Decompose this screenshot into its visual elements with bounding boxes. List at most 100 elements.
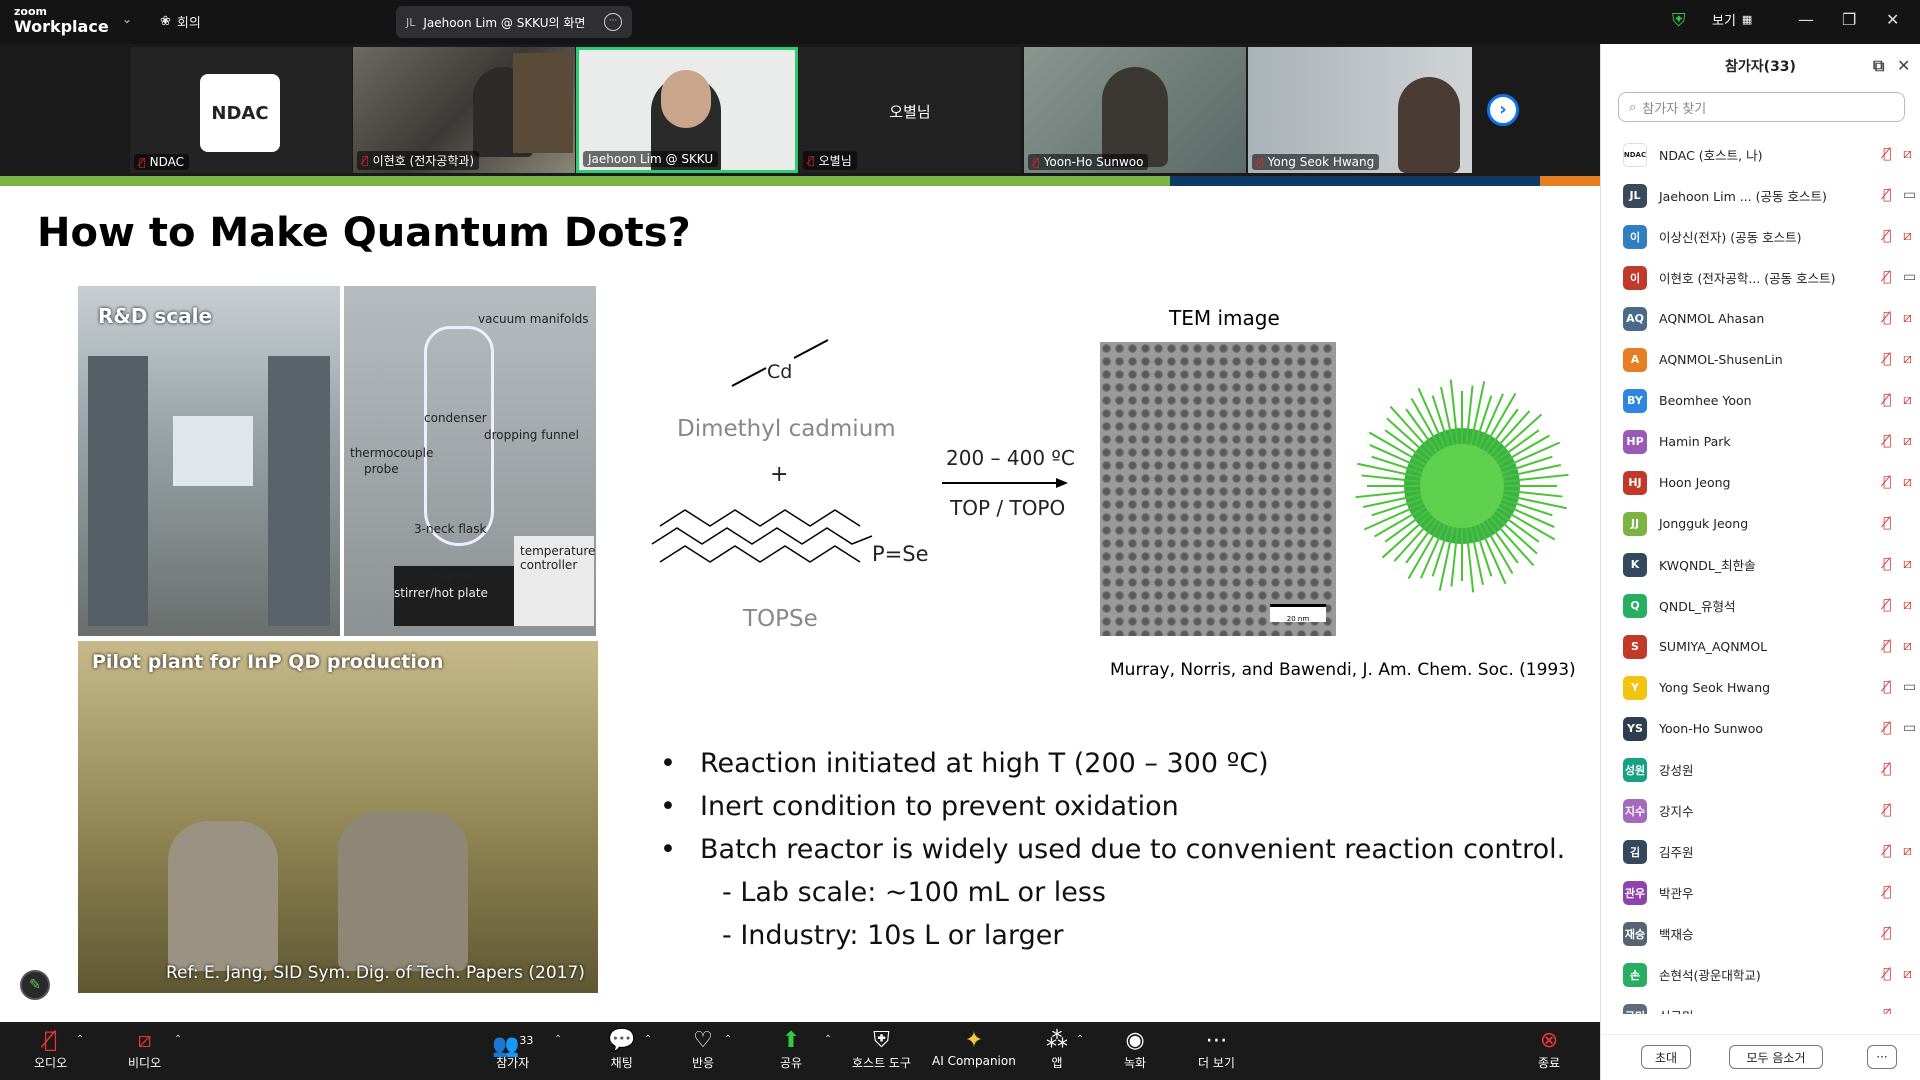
video-tile-active[interactable]: Jaehoon Lim @ SKKU xyxy=(576,47,798,173)
video-on-icon[interactable]: ▭ xyxy=(1903,679,1916,695)
meeting-menu[interactable]: ❀ 회의 xyxy=(160,12,201,31)
participant-row[interactable]: Q QNDL_유형석 🎙̸ ⧄ xyxy=(1601,585,1920,626)
video-on-icon[interactable]: ▭ xyxy=(1903,269,1916,285)
participant-row[interactable]: 규민 심규민 🎙̸ xyxy=(1601,995,1920,1014)
mic-off-icon[interactable]: 🎙̸ xyxy=(1883,843,1891,859)
next-page-icon[interactable]: › xyxy=(1487,94,1519,126)
apps-button[interactable]: ⁂ 앱 xyxy=(1046,1028,1068,1071)
zoom-logo[interactable]: zoom Workplace xyxy=(14,6,109,35)
video-off-icon[interactable]: ⧄ xyxy=(1903,228,1912,244)
chevron-up-icon[interactable]: ⌃ xyxy=(644,1034,652,1045)
participant-row[interactable]: JL Jaehoon Lim ... (공동 호스트) 🎙̸ ▭ xyxy=(1601,175,1920,216)
shield-icon[interactable]: ⛨ xyxy=(1672,10,1686,31)
video-tile[interactable]: 🎙̸ Yong Seok Hwang xyxy=(1248,47,1472,173)
mic-off-icon[interactable]: 🎙̸ xyxy=(1883,269,1891,285)
participant-row[interactable]: 김 김주원 🎙̸ ⧄ xyxy=(1601,831,1920,872)
mic-off-icon[interactable]: 🎙̸ xyxy=(1883,228,1891,244)
participant-row[interactable]: K KWQNDL_최한솔 🎙̸ ⧄ xyxy=(1601,544,1920,585)
chevron-up-icon[interactable]: ⌃ xyxy=(1076,1034,1084,1045)
mic-off-icon[interactable]: 🎙̸ xyxy=(1883,146,1891,162)
participant-row[interactable]: 손 손현석(광운대학교) 🎙̸ ⧄ xyxy=(1601,954,1920,995)
audio-button[interactable]: 🎙̸ 오디오 xyxy=(34,1028,67,1071)
end-button[interactable]: ⊗ 종료 xyxy=(1538,1028,1560,1071)
mic-off-icon[interactable]: 🎙̸ xyxy=(1883,351,1891,367)
chevron-up-icon[interactable]: ⌃ xyxy=(174,1034,182,1045)
video-tile[interactable]: NDAC 🎙̸ NDAC xyxy=(130,47,352,173)
video-off-icon[interactable]: ⧄ xyxy=(1903,146,1912,162)
mic-off-icon[interactable]: 🎙̸ xyxy=(1883,433,1891,449)
mic-off-icon[interactable]: 🎙̸ xyxy=(1883,679,1891,695)
chevron-up-icon[interactable]: ⌃ xyxy=(554,1034,562,1045)
video-off-icon[interactable]: ⧄ xyxy=(1903,966,1912,982)
mic-off-icon[interactable]: 🎙̸ xyxy=(1883,310,1891,326)
more-icon[interactable]: ··· xyxy=(604,13,622,31)
invite-button[interactable]: 초대 xyxy=(1641,1045,1691,1069)
mic-off-icon[interactable]: 🎙̸ xyxy=(1883,638,1891,654)
participant-row[interactable]: 이 이현호 (전자공학... (공동 호스트) 🎙̸ ▭ xyxy=(1601,257,1920,298)
mic-off-icon[interactable]: 🎙̸ xyxy=(1883,392,1891,408)
close-icon[interactable]: ✕ xyxy=(1897,56,1910,75)
chevron-up-icon[interactable]: ⌃ xyxy=(724,1034,732,1045)
mic-off-icon[interactable]: 🎙̸ xyxy=(1883,187,1891,203)
close-icon[interactable]: ✕ xyxy=(1886,10,1899,29)
participant-row[interactable]: Y Yong Seok Hwang 🎙̸ ▭ xyxy=(1601,667,1920,708)
mic-off-icon[interactable]: 🎙̸ xyxy=(1883,597,1891,613)
participant-row[interactable]: AQ AQNMOL Ahasan 🎙̸ ⧄ xyxy=(1601,298,1920,339)
host-tools-button[interactable]: ⛨ 호스트 도구 xyxy=(852,1028,911,1071)
chevron-down-icon[interactable]: ⌄ xyxy=(122,12,132,26)
mic-off-icon[interactable]: 🎙̸ xyxy=(1883,925,1891,941)
video-tile[interactable]: 오별님 🎙̸ 오별님 xyxy=(799,47,1021,173)
video-off-icon[interactable]: ⧄ xyxy=(1903,556,1912,572)
share-button[interactable]: ⬆ 공유 xyxy=(780,1028,802,1071)
video-off-icon[interactable]: ⧄ xyxy=(1903,392,1912,408)
participant-row[interactable]: S SUMIYA_AQNMOL 🎙̸ ⧄ xyxy=(1601,626,1920,667)
participants-button[interactable]: 👥33 참가자 xyxy=(492,1028,533,1071)
annotate-pencil-icon[interactable]: ✎ xyxy=(20,970,50,1000)
chat-button[interactable]: 💬 채팅 xyxy=(608,1028,635,1071)
participant-row[interactable]: BY Beomhee Yoon 🎙̸ ⧄ xyxy=(1601,380,1920,421)
participant-row[interactable]: A AQNMOL-ShusenLin 🎙̸ ⧄ xyxy=(1601,339,1920,380)
participant-row[interactable]: NDAC NDAC (호스트, 나) 🎙̸ ⧄ xyxy=(1601,134,1920,175)
mic-off-icon[interactable]: 🎙̸ xyxy=(1883,720,1891,736)
participant-row[interactable]: HJ Hoon Jeong 🎙̸ ⧄ xyxy=(1601,462,1920,503)
mute-all-button[interactable]: 모두 음소거 xyxy=(1729,1045,1823,1069)
mic-off-icon[interactable]: 🎙̸ xyxy=(1883,761,1891,777)
participant-row[interactable]: 성원 강성원 🎙̸ xyxy=(1601,749,1920,790)
video-off-icon[interactable]: ⧄ xyxy=(1903,843,1912,859)
popout-icon[interactable]: ⧉ xyxy=(1873,56,1884,76)
view-button[interactable]: 보기 ▦ xyxy=(1712,10,1752,29)
share-status-pill[interactable]: JL Jaehoon Lim @ SKKU의 화면 ··· xyxy=(396,6,632,38)
participant-row[interactable]: HP Hamin Park 🎙̸ ⧄ xyxy=(1601,421,1920,462)
video-off-icon[interactable]: ⧄ xyxy=(1903,638,1912,654)
video-tile[interactable]: 🎙̸ 이현호 (전자공학과) xyxy=(353,47,575,173)
participant-row[interactable]: 이 이상신(전자) (공동 호스트) 🎙̸ ⧄ xyxy=(1601,216,1920,257)
more-button[interactable]: ··· xyxy=(1867,1045,1897,1069)
mic-off-icon[interactable]: 🎙̸ xyxy=(1883,474,1891,490)
video-off-icon[interactable]: ⧄ xyxy=(1903,474,1912,490)
video-button[interactable]: ⧄ 비디오 xyxy=(128,1028,161,1071)
mic-off-icon[interactable]: 🎙̸ xyxy=(1883,966,1891,982)
video-on-icon[interactable]: ▭ xyxy=(1903,720,1916,736)
video-off-icon[interactable]: ⧄ xyxy=(1903,351,1912,367)
chevron-up-icon[interactable]: ⌃ xyxy=(76,1034,84,1045)
more-button[interactable]: ⋯ 더 보기 xyxy=(1198,1028,1235,1071)
video-on-icon[interactable]: ▭ xyxy=(1903,187,1916,203)
participant-row[interactable]: 관우 박관우 🎙̸ xyxy=(1601,872,1920,913)
video-off-icon[interactable]: ⧄ xyxy=(1903,433,1912,449)
search-input[interactable]: ⌕ 참가자 찾기 xyxy=(1618,92,1905,122)
chevron-up-icon[interactable]: ⌃ xyxy=(824,1034,832,1045)
minimize-icon[interactable]: — xyxy=(1798,10,1814,29)
react-button[interactable]: ♡ 반응 xyxy=(692,1028,714,1071)
participant-row[interactable]: 지수 강지수 🎙̸ xyxy=(1601,790,1920,831)
mic-off-icon[interactable]: 🎙̸ xyxy=(1883,802,1891,818)
participant-row[interactable]: JJ Jongguk Jeong 🎙̸ xyxy=(1601,503,1920,544)
mic-off-icon[interactable]: 🎙̸ xyxy=(1883,556,1891,572)
video-off-icon[interactable]: ⧄ xyxy=(1903,597,1912,613)
ai-companion-button[interactable]: ✦ AI Companion xyxy=(932,1028,1016,1068)
participant-row[interactable]: 재승 백재승 🎙̸ xyxy=(1601,913,1920,954)
mic-off-icon[interactable]: 🎙̸ xyxy=(1883,884,1891,900)
record-button[interactable]: ◉ 녹화 xyxy=(1124,1028,1146,1071)
mic-off-icon[interactable]: 🎙̸ xyxy=(1883,515,1891,531)
video-off-icon[interactable]: ⧄ xyxy=(1903,310,1912,326)
restore-icon[interactable]: ❐ xyxy=(1842,10,1856,29)
